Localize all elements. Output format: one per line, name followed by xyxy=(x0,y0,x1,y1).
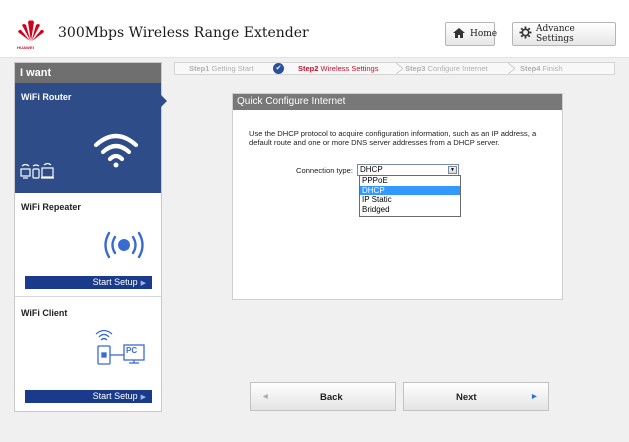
next-label: Next xyxy=(456,392,477,403)
mode-card-wifi-repeater[interactable]: WiFi Repeater Start Setup ▶ xyxy=(15,193,161,297)
connection-type-label: Connection type: xyxy=(296,166,353,175)
home-button[interactable]: Home xyxy=(445,22,498,46)
client-title: WiFi Client xyxy=(21,308,68,318)
step-3-number: Step3 xyxy=(405,64,426,73)
step-3: Step3 Configure Internet xyxy=(405,64,488,73)
wifi-icon xyxy=(93,131,139,174)
repeater-start-setup-label: Start Setup xyxy=(92,277,138,287)
connection-type-value: DHCP xyxy=(360,165,383,174)
home-icon xyxy=(452,27,466,42)
step-4: Step4 Finish xyxy=(520,64,563,73)
mode-card-wifi-client[interactable]: WiFi Client PC Start Setup ▶ xyxy=(15,298,161,412)
pc-label: PC xyxy=(126,346,138,355)
option-dhcp[interactable]: DHCP xyxy=(360,185,460,196)
home-label: Home xyxy=(470,29,498,39)
brand-name: HUAWEI xyxy=(17,45,35,50)
step-4-number: Step4 xyxy=(520,64,541,73)
step-2-current: Step2 Wireless Settings xyxy=(298,64,378,73)
client-start-setup-label: Start Setup xyxy=(92,391,138,401)
left-arrow-icon: ◀ xyxy=(263,394,268,400)
advance-settings-label: Advance Settings xyxy=(536,24,575,44)
play-arrow-icon: ▶ xyxy=(140,280,146,287)
back-button[interactable]: ◀ Back xyxy=(250,382,396,411)
step-4-label: Finish xyxy=(542,64,563,73)
repeater-start-setup-button[interactable]: Start Setup ▶ xyxy=(25,276,152,289)
router-title: WiFi Router xyxy=(21,92,72,102)
quick-configure-panel: Quick Configure Internet Use the DHCP pr… xyxy=(232,93,563,300)
client-pc-icon: PC xyxy=(89,328,149,377)
step-2-label: Wireless Settings xyxy=(320,64,379,73)
panel-description: Use the DHCP protocol to acquire configu… xyxy=(249,129,537,147)
connection-type-options: PPPoE DHCP IP Static Bridged xyxy=(359,175,461,217)
step-1-label: Getting Start xyxy=(211,64,254,73)
panel-title: Quick Configure Internet xyxy=(233,94,562,110)
mode-card-wifi-router[interactable]: WiFi Router xyxy=(15,83,161,193)
option-bridged[interactable]: Bridged xyxy=(360,205,460,215)
page-title: 300Mbps Wireless Range Extender xyxy=(58,25,309,41)
option-pppoe[interactable]: PPPoE xyxy=(360,176,460,186)
selected-indicator xyxy=(161,95,167,107)
step-1: Step1 Getting Start xyxy=(189,64,254,73)
checkmark-icon: ✔ xyxy=(273,63,284,74)
next-button[interactable]: Next ▶ xyxy=(403,382,549,411)
play-arrow-icon: ▶ xyxy=(140,394,146,401)
step-progress-bar: Step1 Getting Start ✔ Step2 Wireless Set… xyxy=(174,62,615,75)
client-start-setup-button[interactable]: Start Setup ▶ xyxy=(25,390,152,403)
advance-settings-button[interactable]: Advance Settings xyxy=(512,22,616,46)
dropdown-arrow-icon[interactable]: ▼ xyxy=(448,166,457,174)
repeater-signal-icon xyxy=(99,229,149,266)
mode-sidebar: I want WiFi Router WiFi Repeater Start S… xyxy=(14,62,167,412)
step-separator-icon xyxy=(508,63,515,74)
devices-icon xyxy=(19,161,55,186)
step-separator-icon xyxy=(396,63,403,74)
header-bar: HUAWEI 300Mbps Wireless Range Extender H… xyxy=(0,0,629,58)
step-2-number: Step2 xyxy=(298,64,319,73)
step-1-number: Step1 xyxy=(189,64,210,73)
back-label: Back xyxy=(320,392,343,403)
sidebar-heading: I want xyxy=(15,63,161,83)
option-ip-static[interactable]: IP Static xyxy=(360,195,460,205)
right-arrow-icon: ▶ xyxy=(532,394,537,400)
repeater-title: WiFi Repeater xyxy=(21,202,81,212)
huawei-logo xyxy=(18,18,44,46)
step-3-label: Configure Internet xyxy=(427,64,488,73)
gear-icon xyxy=(519,26,532,42)
